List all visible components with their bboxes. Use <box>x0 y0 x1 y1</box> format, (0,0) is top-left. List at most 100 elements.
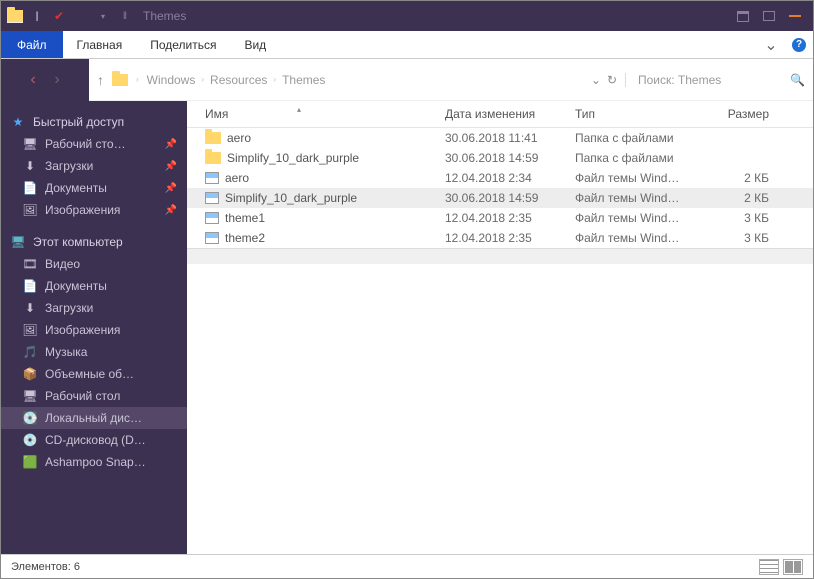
column-size[interactable]: Размер <box>697 107 777 121</box>
sidebar-item-label: Объемные об… <box>45 367 134 381</box>
file-type: Файл темы Wind… <box>567 211 697 225</box>
sidebar-item-pc[interactable]: 🟩Ashampoo Snap… <box>1 451 187 473</box>
sidebar-item-quick[interactable]: ⬇ Загрузки 📌 <box>1 155 187 177</box>
file-tab[interactable]: Файл <box>1 31 63 58</box>
column-date[interactable]: Дата изменения <box>437 107 567 121</box>
view-tab[interactable]: Вид <box>230 31 280 58</box>
column-headers: Имя▴ Дата изменения Тип Размер <box>187 101 813 128</box>
crumb-themes[interactable]: Themes <box>282 73 325 87</box>
forward-button[interactable]: › <box>47 70 67 90</box>
file-row[interactable]: theme112.04.2018 2:35Файл темы Wind…3 КБ <box>187 208 813 228</box>
sidebar-item-label: Рабочий сто… <box>45 137 126 151</box>
file-name: theme1 <box>225 211 265 225</box>
file-name: Simplify_10_dark_purple <box>225 191 357 205</box>
share-tab[interactable]: Поделиться <box>136 31 230 58</box>
column-name[interactable]: Имя▴ <box>187 107 437 121</box>
pc-icon: 🖥 <box>11 235 25 249</box>
file-row[interactable]: aero30.06.2018 11:41Папка с файлами <box>187 128 813 148</box>
back-button[interactable]: ‹ <box>23 70 43 90</box>
window-buttons <box>731 6 807 26</box>
sidebar-item-pc[interactable]: 🎵Музыка <box>1 341 187 363</box>
file-name: aero <box>227 131 251 145</box>
history-dropdown-icon[interactable]: ⌄ <box>591 73 601 87</box>
file-list-pane: Имя▴ Дата изменения Тип Размер aero30.06… <box>187 101 813 554</box>
sidebar-item-pc[interactable]: 🎞Видео <box>1 253 187 275</box>
file-name: aero <box>225 171 249 185</box>
sidebar-item-pc[interactable]: 🖥 Рабочий стол <box>1 385 187 407</box>
video-icon: 🎞 <box>23 257 37 271</box>
sidebar-item-label: CD-дисковод (D… <box>45 433 146 447</box>
sidebar-item-label: Рабочий стол <box>45 389 120 403</box>
new-folder-icon[interactable] <box>73 8 89 24</box>
file-type: Папка с файлами <box>567 131 697 145</box>
file-row[interactable]: theme212.04.2018 2:35Файл темы Wind…3 КБ <box>187 228 813 248</box>
help-button[interactable]: ? <box>785 31 813 58</box>
maximize-button[interactable] <box>757 6 781 26</box>
chevron-right-icon[interactable]: › <box>136 75 139 84</box>
picture-icon: 🖼 <box>23 203 37 217</box>
sidebar-item-label: Загрузки <box>45 159 93 173</box>
cd-icon: 💿 <box>23 433 37 447</box>
column-type[interactable]: Тип <box>567 107 697 121</box>
window-title: Themes <box>143 9 186 23</box>
sidebar-item-label: Документы <box>45 181 107 195</box>
expand-ribbon-icon[interactable]: ⌄ <box>757 31 785 58</box>
details-view-button[interactable] <box>759 559 779 575</box>
properties-icon[interactable]: ✔ <box>51 8 67 24</box>
document-icon: 📄 <box>23 181 37 195</box>
up-button[interactable]: ↑ <box>97 72 104 88</box>
folder-icon <box>205 132 221 144</box>
document-icon: 📄 <box>23 279 37 293</box>
qat-divider-icon: ‖ <box>117 8 133 24</box>
crumb-resources[interactable]: Resources <box>210 73 267 87</box>
titlebar[interactable]: | ✔ ▾ ‖ Themes <box>1 1 813 31</box>
large-icons-view-button[interactable] <box>783 559 803 575</box>
minimize-button[interactable] <box>731 6 755 26</box>
crumb-windows[interactable]: Windows <box>147 73 196 87</box>
file-rows[interactable]: aero30.06.2018 11:41Папка с файламиSimpl… <box>187 128 813 248</box>
sidebar-item-pc[interactable]: 💽Локальный дис… <box>1 407 187 429</box>
quick-access-label: Быстрый доступ <box>33 115 124 129</box>
file-row[interactable]: Simplify_10_dark_purple30.06.2018 14:59Ф… <box>187 188 813 208</box>
qat-sep-icon: | <box>29 8 45 24</box>
file-type: Файл темы Wind… <box>567 171 697 185</box>
sidebar-item-pc[interactable]: 🖼Изображения <box>1 319 187 341</box>
sidebar-item-quick[interactable]: 🖥Рабочий сто…📌 <box>1 133 187 155</box>
quick-access-root[interactable]: ★ Быстрый доступ <box>1 111 187 133</box>
file-type: Папка с файлами <box>567 151 697 165</box>
folder-icon <box>205 152 221 164</box>
theme-icon <box>205 192 219 204</box>
desktop-icon: 🖥 <box>23 389 37 403</box>
sort-indicator-icon: ▴ <box>297 105 301 114</box>
home-tab[interactable]: Главная <box>63 31 137 58</box>
pin-icon: 📌 <box>165 161 177 172</box>
sidebar-item-label: Музыка <box>45 345 87 359</box>
this-pc-label: Этот компьютер <box>33 235 123 249</box>
qat-dropdown-icon[interactable]: ▾ <box>95 8 111 24</box>
navigation-pane[interactable]: ★ Быстрый доступ 🖥Рабочий сто…📌⬇Загрузки… <box>1 101 187 554</box>
explorer-window: | ✔ ▾ ‖ Themes Файл Главная Поделиться В… <box>0 0 814 579</box>
file-date: 12.04.2018 2:35 <box>437 231 567 245</box>
sidebar-item-quick[interactable]: 📄Документы📌 <box>1 177 187 199</box>
file-name: theme2 <box>225 231 265 245</box>
breadcrumb[interactable]: Windows › Resources › Themes <box>147 73 326 87</box>
search-box[interactable]: Поиск: Themes 🔍 <box>625 73 805 87</box>
sidebar-item-quick[interactable]: 🖼Изображения📌 <box>1 199 187 221</box>
file-row[interactable]: aero12.04.2018 2:34Файл темы Wind…2 КБ <box>187 168 813 188</box>
theme-icon <box>205 212 219 224</box>
download-icon: ⬇ <box>23 159 37 173</box>
chevron-right-icon: › <box>201 75 204 84</box>
this-pc-root[interactable]: 🖥 Этот компьютер <box>1 231 187 253</box>
horizontal-scrollbar[interactable] <box>187 248 813 264</box>
file-row[interactable]: Simplify_10_dark_purple30.06.2018 14:59П… <box>187 148 813 168</box>
chevron-right-icon: › <box>273 75 276 84</box>
search-icon[interactable]: 🔍 <box>790 73 805 87</box>
sidebar-item-pc[interactable]: 💿 CD-дисковод (D… <box>1 429 187 451</box>
close-button[interactable] <box>783 6 807 26</box>
refresh-icon[interactable]: ↻ <box>607 73 617 87</box>
file-size: 3 КБ <box>697 211 777 225</box>
sidebar-item-pc[interactable]: ⬇Загрузки <box>1 297 187 319</box>
sidebar-item-pc[interactable]: 📄Документы <box>1 275 187 297</box>
sidebar-item-pc[interactable]: 📦Объемные об… <box>1 363 187 385</box>
navigation-row: ‹ › ↑ › Windows › Resources › Themes ⌄ ↻ П… <box>1 59 813 101</box>
